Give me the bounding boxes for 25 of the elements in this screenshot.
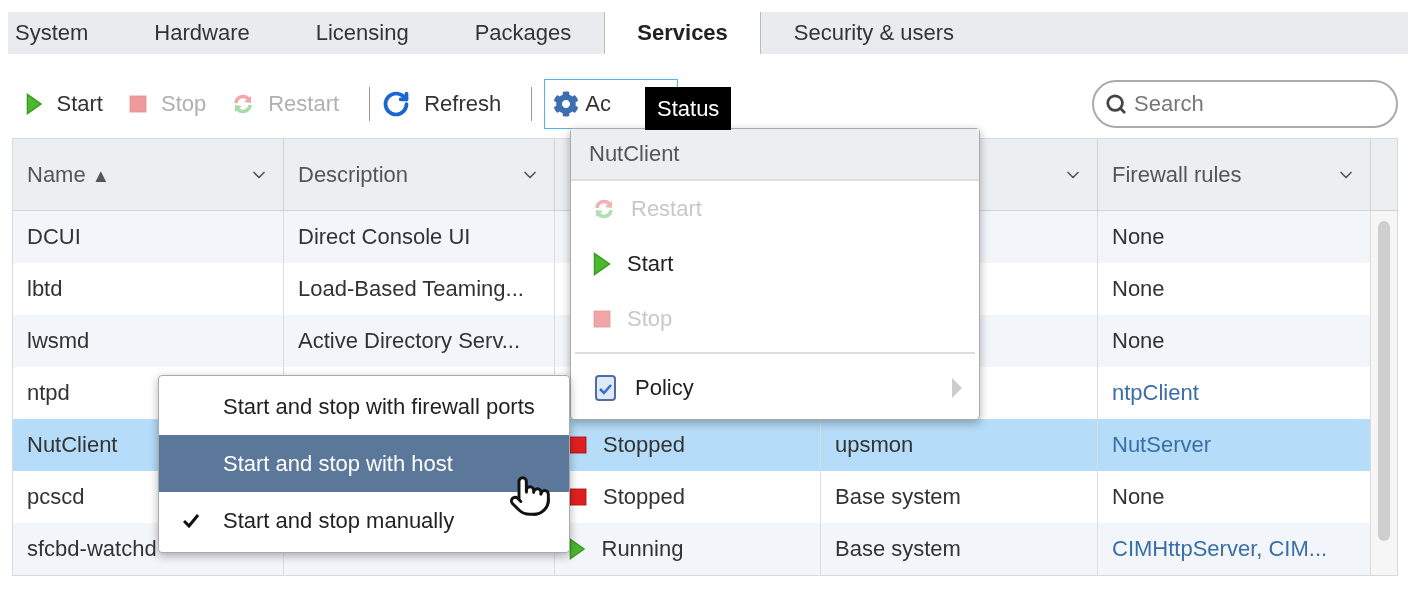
tooltip: Status (645, 87, 732, 130)
column-title: Description (298, 161, 409, 188)
table-cell: sfcbd-watchd (27, 536, 157, 562)
table-cell: Base system (835, 484, 961, 510)
column-title: Name ▲ (27, 161, 110, 188)
status-text: Stopped (603, 432, 685, 458)
column-title: Firewall rules (1112, 161, 1242, 188)
table-cell: Base system (835, 536, 961, 562)
table-cell: lwsmd (27, 328, 90, 354)
table-cell: upsmon (835, 432, 914, 458)
table-cell: Direct Console UI (298, 224, 471, 250)
table-cell: Active Directory Serv... (298, 328, 521, 354)
table-cell: Load-Based Teaming... (298, 276, 524, 302)
menu-title: NutClient (589, 141, 680, 167)
table-cell: DCUI (27, 224, 81, 250)
table-cell: ntpd (27, 380, 70, 406)
status-text: Stopped (603, 484, 685, 510)
status-text: Running (601, 536, 684, 562)
table-cell: lbtd (27, 276, 63, 302)
table-cell: pcscd (27, 484, 85, 510)
table-cell: NutClient (27, 432, 118, 458)
table-cell: None (1112, 328, 1165, 354)
table-cell: None (1112, 276, 1165, 302)
table-cell: None (1112, 484, 1165, 510)
table-cell: None (1112, 224, 1165, 250)
